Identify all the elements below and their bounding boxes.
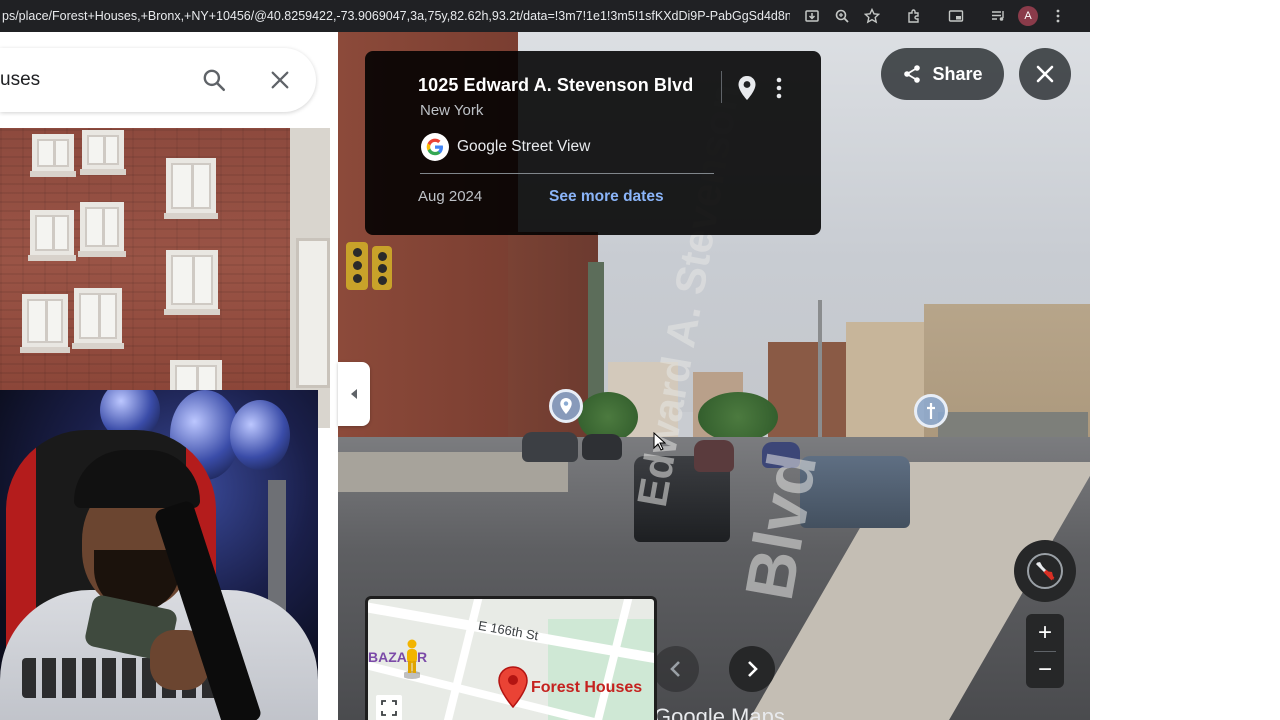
balloon-decoration xyxy=(230,400,290,470)
next-button[interactable] xyxy=(729,646,775,692)
panel-collapse-icon xyxy=(351,389,357,399)
photo-window xyxy=(164,250,220,315)
extensions-icon[interactable] xyxy=(900,4,928,28)
car-ahead xyxy=(694,440,734,472)
photo-window xyxy=(28,210,76,261)
street-lamp-pole xyxy=(818,300,822,460)
profile-avatar[interactable]: A xyxy=(1014,4,1042,28)
photo-window xyxy=(80,130,126,175)
parked-car xyxy=(522,432,578,462)
chevron-left-icon xyxy=(670,661,680,677)
parked-car xyxy=(582,434,622,460)
screen: ps/place/Forest+Houses,+Bronx,+NY+10456/… xyxy=(0,0,1280,720)
photo-window xyxy=(78,202,126,257)
share-icon xyxy=(904,65,921,83)
media-control-icon[interactable] xyxy=(984,4,1012,28)
close-street-view-button[interactable] xyxy=(1019,48,1071,100)
place-marker[interactable] xyxy=(914,394,948,428)
source-row: Google Street View xyxy=(421,133,590,161)
zoom-control: + − xyxy=(1026,614,1064,688)
clear-search-icon[interactable] xyxy=(258,58,302,102)
compass-icon xyxy=(1027,553,1063,589)
place-marker[interactable] xyxy=(549,389,583,423)
map-road xyxy=(439,599,485,720)
install-app-icon[interactable] xyxy=(798,4,826,28)
traffic-light xyxy=(346,242,368,290)
share-label: Share xyxy=(932,63,983,84)
traffic-light xyxy=(372,246,392,290)
photo-window xyxy=(20,294,70,353)
place-photo[interactable] xyxy=(0,128,330,428)
fullscreen-icon[interactable] xyxy=(376,695,402,720)
picture-in-picture-icon[interactable] xyxy=(942,4,970,28)
photo-window xyxy=(72,288,124,349)
church-icon xyxy=(927,403,935,419)
collapse-panel-button[interactable] xyxy=(338,362,370,426)
search-icon[interactable] xyxy=(192,58,236,102)
address-title: 1025 Edward A. Stevenson Blvd xyxy=(418,75,694,95)
google-logo-icon xyxy=(421,133,449,161)
street-view-info-card: 1025 Edward A. Stevenson Blvd New York G… xyxy=(365,51,821,235)
see-more-dates-link[interactable]: See more dates xyxy=(549,188,664,206)
search-input[interactable]: uses xyxy=(0,69,192,91)
share-button[interactable]: Share xyxy=(881,48,1004,100)
address-city: New York xyxy=(420,102,484,119)
pegman-icon[interactable] xyxy=(404,639,420,679)
browser-menu-icon[interactable] xyxy=(1044,4,1072,28)
map-pin-label[interactable]: Forest Houses xyxy=(531,679,642,697)
source-label: Google Street View xyxy=(457,138,591,155)
google-maps-watermark: Google Maps xyxy=(654,704,785,720)
close-icon xyxy=(1036,65,1054,83)
compass-button[interactable] xyxy=(1014,540,1076,602)
more-vert-icon[interactable] xyxy=(769,73,789,103)
capture-date: Aug 2024 xyxy=(418,188,483,205)
browser-address-bar[interactable]: ps/place/Forest+Houses,+Bronx,+NY+10456/… xyxy=(0,0,1090,32)
photo-window xyxy=(164,158,218,219)
previous-button[interactable] xyxy=(653,646,699,692)
search-bar[interactable]: uses xyxy=(0,48,316,112)
photo-window xyxy=(296,238,330,388)
chevron-right-icon xyxy=(748,661,758,677)
page-margin-right xyxy=(1090,0,1280,720)
bookmark-star-icon[interactable] xyxy=(858,4,886,28)
pin-icon[interactable] xyxy=(735,73,759,103)
photo-window xyxy=(30,134,76,177)
map-pin-icon[interactable] xyxy=(496,665,530,709)
tree xyxy=(698,392,778,442)
webcam-overlay xyxy=(0,390,318,720)
zoom-in-icon[interactable]: + xyxy=(1026,614,1064,651)
mouse-cursor-icon xyxy=(653,432,667,451)
place-pin-icon xyxy=(560,398,572,414)
side-panel: uses xyxy=(0,32,338,720)
browser-toolbar-icons: A xyxy=(796,4,1072,28)
map-street-label: E 166th St xyxy=(477,617,540,644)
url-text[interactable]: ps/place/Forest+Houses,+Bronx,+NY+10456/… xyxy=(0,9,790,23)
mini-map[interactable]: E 166th St BAZAAR Forest Houses xyxy=(365,596,657,720)
divider xyxy=(1034,651,1056,652)
divider xyxy=(420,173,714,174)
zoom-icon[interactable] xyxy=(828,4,856,28)
zoom-out-icon[interactable]: − xyxy=(1026,651,1064,688)
divider xyxy=(721,71,722,103)
